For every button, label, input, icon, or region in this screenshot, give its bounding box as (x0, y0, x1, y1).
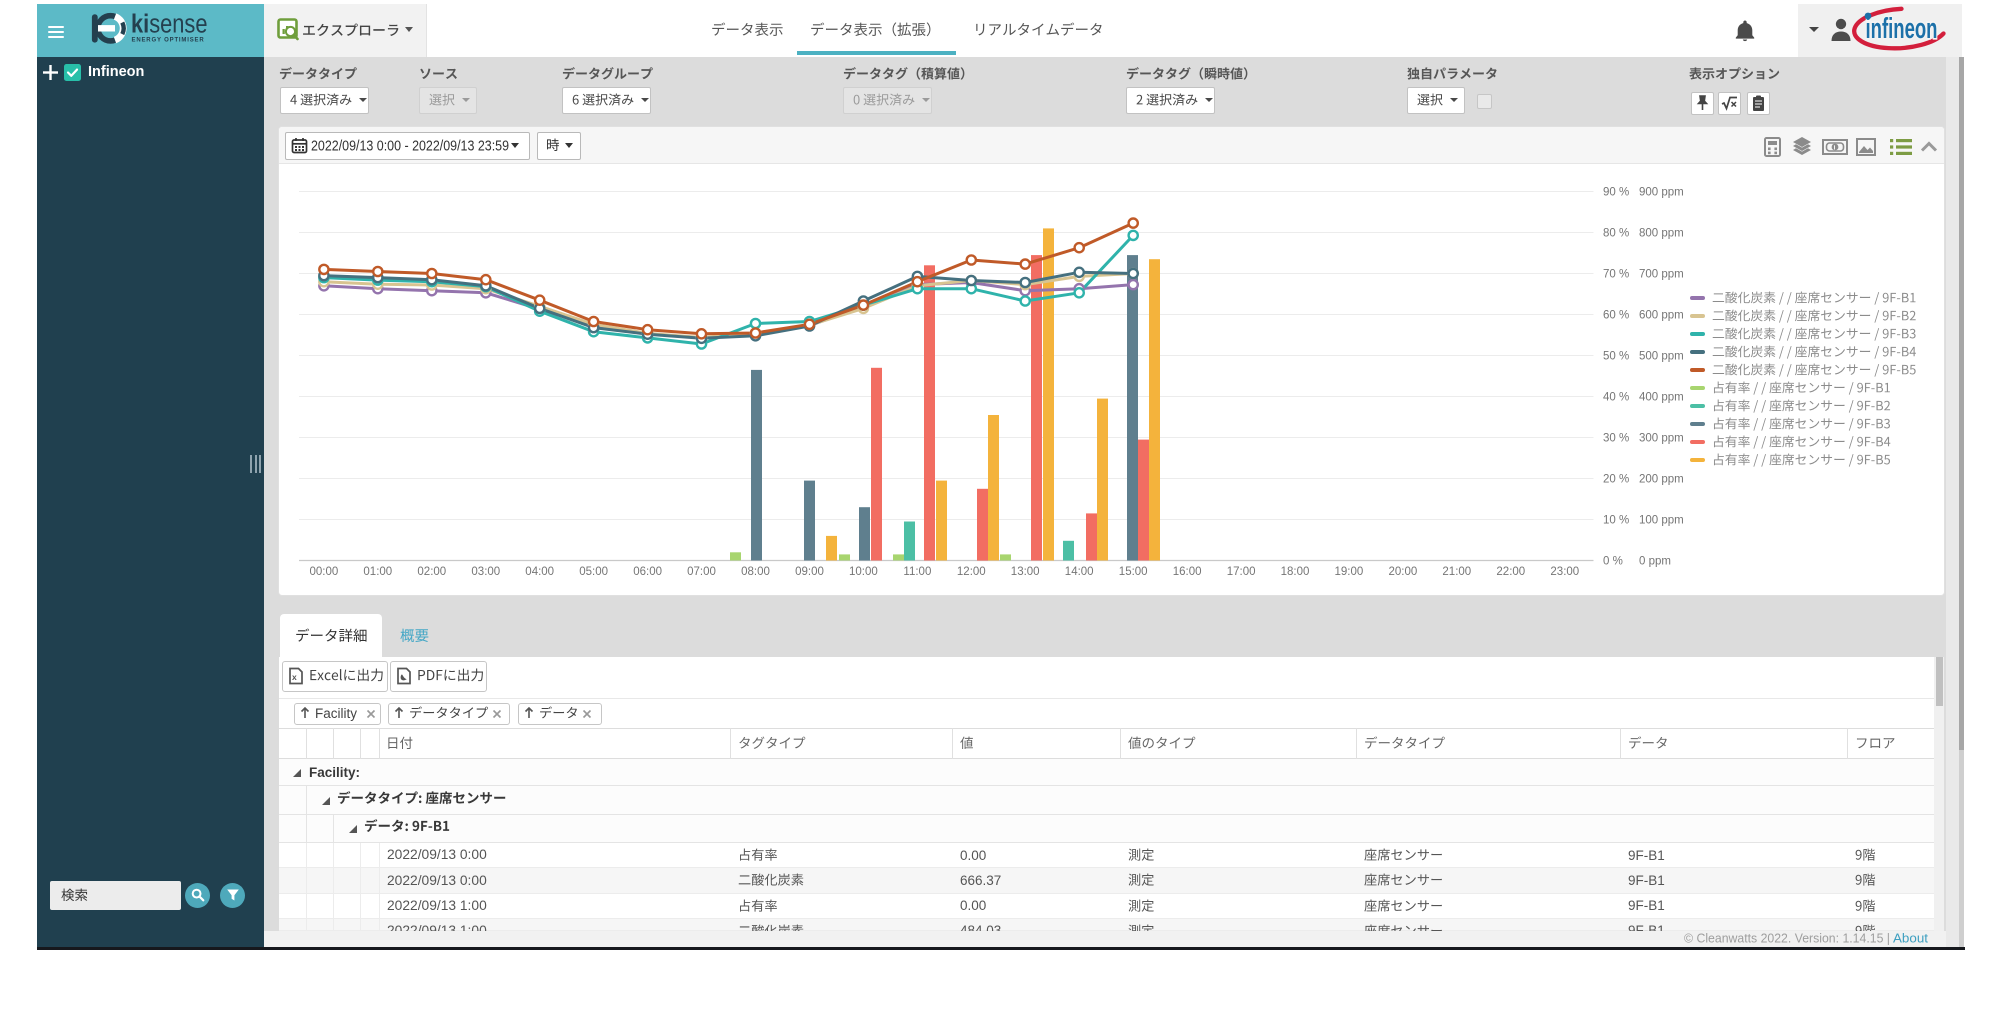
svg-text:© Cleanwatts 2022. Version: 1.: © Cleanwatts 2022. Version: 1.14.15 | (1684, 931, 1890, 946)
svg-text:About: About (1893, 931, 1928, 946)
